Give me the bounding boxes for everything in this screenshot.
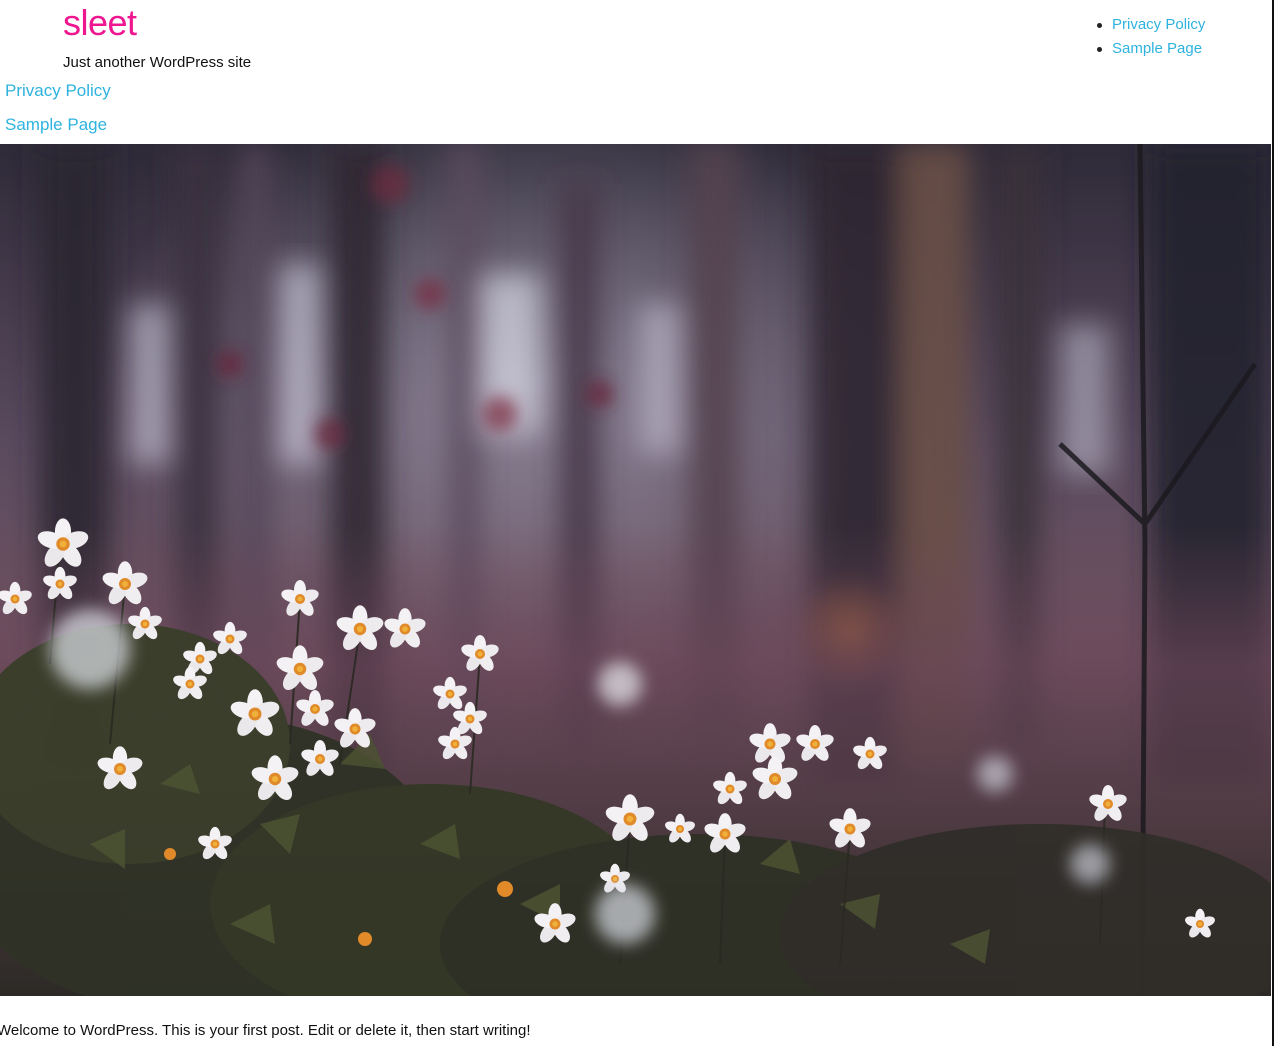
top-nav-link-privacy-policy[interactable]: Privacy Policy <box>1112 16 1205 33</box>
site-title-link[interactable]: sleet <box>63 2 137 44</box>
side-nav-link-sample-page[interactable]: Sample Page <box>5 115 107 134</box>
secondary-navigation: Privacy Policy Sample Page <box>5 79 111 147</box>
top-nav-item-privacy-policy: Privacy Policy <box>1097 14 1205 38</box>
anemone-forest-photo <box>0 144 1271 996</box>
site-tagline: Just another WordPress site <box>63 54 252 71</box>
top-navigation: Privacy Policy Sample Page <box>1097 14 1205 62</box>
side-nav-item-privacy-policy: Privacy Policy <box>5 79 111 113</box>
post-excerpt: Welcome to WordPress. This is your first… <box>0 1022 531 1039</box>
top-nav-link-sample-page[interactable]: Sample Page <box>1112 40 1202 57</box>
side-nav-link-privacy-policy[interactable]: Privacy Policy <box>5 81 111 100</box>
featured-image <box>0 144 1271 996</box>
side-nav-item-sample-page: Sample Page <box>5 113 111 147</box>
top-nav-item-sample-page: Sample Page <box>1097 38 1205 62</box>
page: sleet Just another WordPress site Privac… <box>0 0 1274 1046</box>
